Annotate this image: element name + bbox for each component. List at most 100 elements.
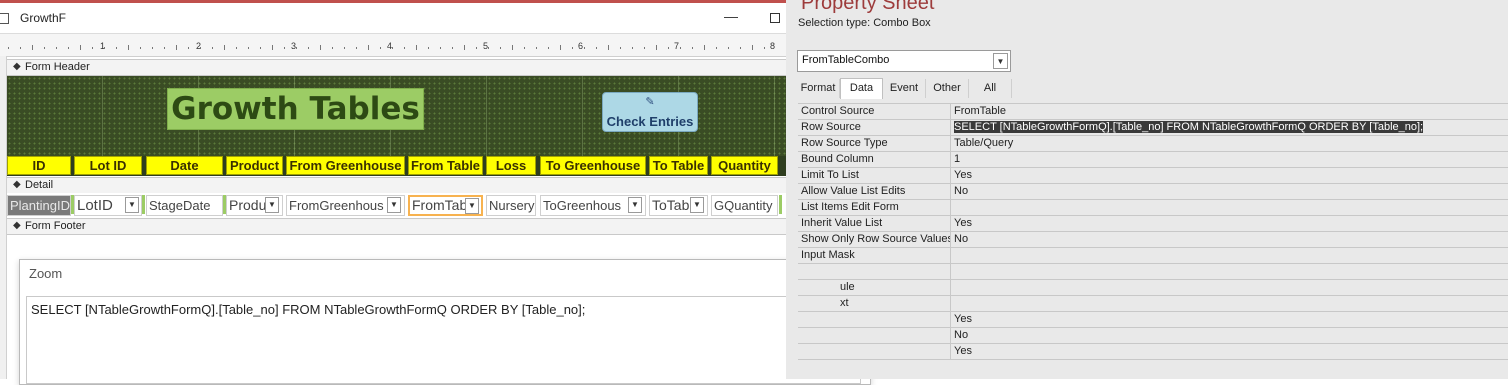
ruler-tick [380,47,381,49]
ruler-tick [668,47,669,49]
stage-date-textbox[interactable]: StageDate [146,195,223,216]
chevron-down-icon[interactable]: ▼ [993,53,1008,69]
label-to-greenhouse[interactable]: To Greenhouse [540,156,646,175]
from-table-combo[interactable]: FromTab ▼ [408,195,483,216]
tab-event[interactable]: Event [883,79,926,98]
property-row[interactable]: Yes [798,344,1508,360]
property-row-input-mask[interactable]: Input Mask [798,248,1508,264]
form-header-area[interactable]: Growth Tables ✎ Check Entries [7,76,786,156]
nursery-textbox[interactable]: Nursery [486,195,536,216]
label-id[interactable]: ID [7,156,71,175]
chevron-down-icon[interactable]: ▼ [628,197,642,213]
property-row[interactable]: No [798,328,1508,344]
label-product[interactable]: Product [226,156,283,175]
to-greenhouse-combo[interactable]: ToGreenhous ▼ [540,195,646,216]
ruler-tick [224,45,225,50]
ruler-tick [524,47,525,49]
from-greenhouse-combo[interactable]: FromGreenhous ▼ [286,195,405,216]
ruler-tick [92,47,93,49]
property-value[interactable] [952,296,1508,311]
property-value[interactable]: FromTable [952,104,1508,119]
object-selector-combo[interactable]: FromTableCombo ▼ [797,50,1011,72]
property-row-bound-column[interactable]: Bound Column 1 [798,152,1508,168]
to-table-value: ToTab [652,197,690,213]
property-value[interactable]: Yes [952,168,1508,183]
chevron-down-icon[interactable]: ▼ [387,197,401,213]
property-value[interactable] [952,200,1508,215]
chevron-down-icon[interactable]: ▼ [690,197,704,213]
property-name [798,264,951,279]
label-from-table[interactable]: From Table [408,156,483,175]
ruler-tick [560,45,561,50]
property-value[interactable] [952,264,1508,279]
property-value[interactable] [952,280,1508,295]
property-row-show-only-row-source-values[interactable]: Show Only Row Source Values No [798,232,1508,248]
form-header-section-bar[interactable]: ◆ Form Header [7,59,786,76]
property-row-row-source[interactable]: Row Source SELECT [NTableGrowthFormQ].[T… [798,120,1508,136]
to-table-combo[interactable]: ToTab ▼ [649,195,708,216]
tab-all[interactable]: All [969,79,1012,98]
property-name: xt [798,296,951,311]
column-labels-row: ID Lot ID Date Product From Greenhouse F… [7,156,786,176]
ruler-tick [104,47,105,49]
property-row-list-items-edit-form[interactable]: List Items Edit Form [798,200,1508,216]
product-combo[interactable]: Produ ▼ [226,195,283,216]
property-value[interactable]: Table/Query [952,136,1508,151]
property-row[interactable]: ule [798,280,1508,296]
property-name: Bound Column [798,152,951,167]
tab-other[interactable]: Other [926,79,969,98]
ruler-tick [764,47,765,49]
form-footer-section-bar[interactable]: ◆ Form Footer [7,218,786,235]
property-value-selected[interactable]: SELECT [NTableGrowthFormQ].[Table_no] FR… [952,120,1508,135]
ruler-tick [620,47,621,49]
zoom-text-area[interactable]: SELECT [NTableGrowthFormQ].[Table_no] FR… [26,296,861,384]
property-row-control-source[interactable]: Control Source FromTable [798,104,1508,120]
property-row-row-source-type[interactable]: Row Source Type Table/Query [798,136,1508,152]
property-value[interactable]: Yes [952,312,1508,327]
window-title: GrowthF [20,11,67,25]
ruler-tick [608,45,609,50]
check-entries-button[interactable]: ✎ Check Entries [602,92,698,132]
label-from-greenhouse[interactable]: From Greenhouse [286,156,405,175]
section-label: Form Footer [25,220,86,232]
property-value[interactable]: Yes [952,216,1508,231]
chevron-down-icon[interactable]: ▼ [125,197,139,213]
label-date[interactable]: Date [146,156,223,175]
chevron-down-icon[interactable]: ▼ [465,198,479,214]
tab-data[interactable]: Data [840,78,883,99]
detail-section-bar[interactable]: ◆ Detail [7,177,786,194]
property-value[interactable]: No [952,184,1508,199]
maximize-icon[interactable] [770,13,780,23]
property-row-inherit-value-list[interactable]: Inherit Value List Yes [798,216,1508,232]
property-value[interactable]: 1 [952,152,1508,167]
header-title-label[interactable]: Growth Tables [167,88,424,130]
ruler-tick [680,47,681,49]
chevron-down-icon[interactable]: ▼ [265,197,279,213]
ruler-tick [164,47,165,49]
label-lot-id[interactable]: Lot ID [74,156,142,175]
property-value[interactable]: No [952,328,1508,343]
property-value[interactable]: Yes [952,344,1508,359]
pencil-icon: ✎ [645,96,655,108]
property-row[interactable]: Yes [798,312,1508,328]
tab-format[interactable]: Format [797,79,840,98]
planting-id-textbox[interactable]: PlantingID [7,195,71,216]
property-row[interactable] [798,264,1508,280]
ruler-tick [392,47,393,49]
quantity-textbox[interactable]: GQuantity [711,195,778,216]
property-row[interactable]: xt [798,296,1508,312]
product-value: Produ [229,197,267,213]
ruler-tick [140,47,141,49]
ruler-tick [368,45,369,50]
label-loss[interactable]: Loss [486,156,536,175]
property-row-allow-value-list-edits[interactable]: Allow Value List Edits No [798,184,1508,200]
ruler-tick [152,47,153,49]
ruler-number: 4 [387,41,393,51]
minimize-icon[interactable]: — [724,8,738,24]
property-value[interactable] [952,248,1508,263]
label-to-table[interactable]: To Table [649,156,708,175]
property-value[interactable]: No [952,232,1508,247]
label-quantity[interactable]: Quantity [711,156,778,175]
property-row-limit-to-list[interactable]: Limit To List Yes [798,168,1508,184]
lot-id-combo[interactable]: LotID ▼ [74,195,142,216]
